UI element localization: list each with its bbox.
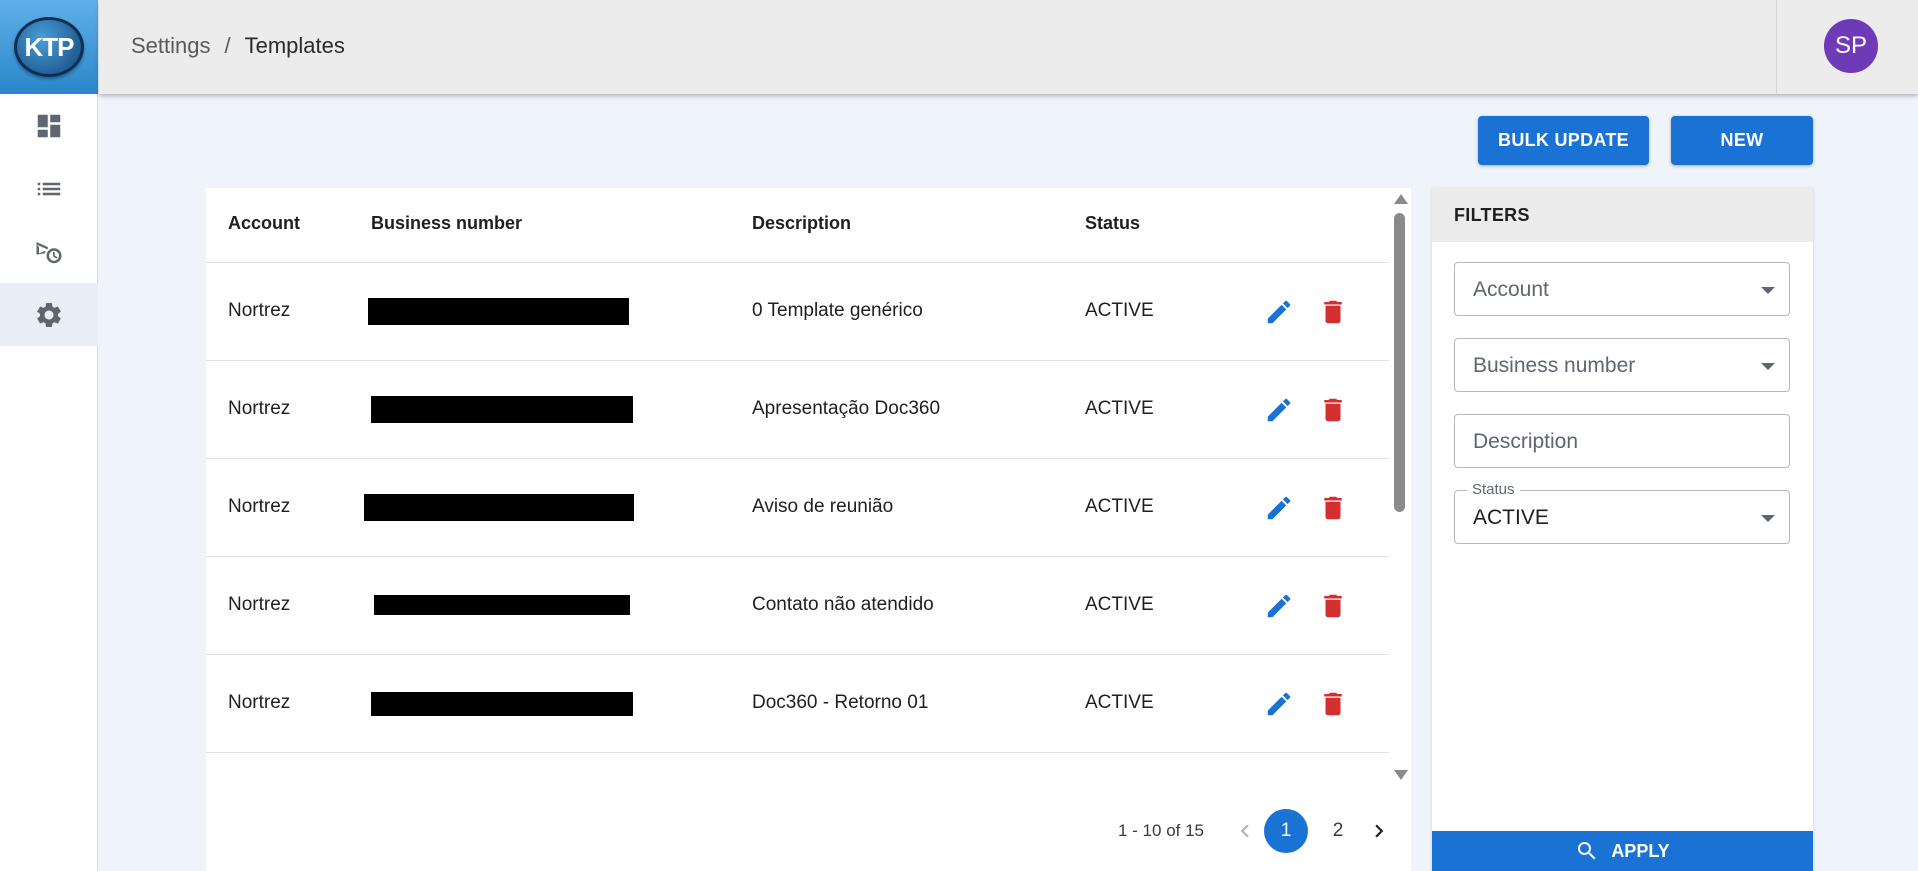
campaign-history-icon [36,241,62,263]
edit-pencil-icon[interactable] [1264,297,1294,327]
table-row[interactable]: Nortrez Apresentação Doc360 ACTIVE [206,361,1389,459]
sidebar-item-campaign-history[interactable] [0,220,98,283]
scroll-down-arrow-icon[interactable] [1394,770,1408,780]
cell-account: Nortrez [228,398,291,419]
table-row[interactable]: Nortrez Contato não atendido ACTIVE [206,557,1389,655]
page-button-2[interactable]: 2 [1316,809,1360,853]
cell-description: Doc360 - Retorno 01 [752,692,929,713]
cell-account: Nortrez [228,496,291,517]
chevron-right-icon[interactable] [1364,816,1394,846]
delete-trash-icon[interactable] [1318,689,1348,719]
pagination-range: 1 - 10 of 15 [1118,821,1205,840]
apply-label: APPLY [1611,840,1670,861]
cell-status: ACTIVE [1085,398,1154,419]
breadcrumb-templates: Templates [244,33,345,58]
edit-pencil-icon[interactable] [1264,689,1294,719]
new-button[interactable]: NEW [1671,116,1813,165]
filters-panel: FILTERS Account Business number Descript… [1432,188,1813,871]
chevron-left-icon[interactable] [1230,816,1260,846]
column-header-description[interactable]: Description [752,213,851,234]
cell-description: Aviso de reunião [752,496,894,517]
redacted-business-number [368,298,629,325]
cell-description: Contato não atendido [752,594,934,615]
dropdown-arrow-icon [1761,515,1775,522]
edit-pencil-icon[interactable] [1264,395,1294,425]
filters-title: FILTERS [1432,188,1813,242]
account-placeholder: Account [1473,278,1549,301]
templates-table: Account Business number Description Stat… [206,188,1411,871]
cell-status: ACTIVE [1085,594,1154,615]
edit-pencil-icon[interactable] [1264,591,1294,621]
list-icon [37,182,61,195]
delete-trash-icon[interactable] [1318,493,1348,523]
cell-status: ACTIVE [1085,300,1154,321]
dropdown-arrow-icon [1761,363,1775,370]
cell-account: Nortrez [228,594,291,615]
cell-description: Apresentação Doc360 [752,398,941,419]
breadcrumb-settings[interactable]: Settings [131,33,211,59]
account-select[interactable]: Account [1454,262,1790,316]
redacted-business-number [374,595,630,615]
dropdown-arrow-icon [1761,287,1775,294]
redacted-business-number [371,692,633,716]
column-header-account[interactable]: Account [228,213,300,234]
sidebar: KTP [0,0,98,871]
cell-account: Nortrez [228,300,291,321]
sidebar-item-settings[interactable] [0,283,98,346]
scroll-thumb[interactable] [1394,213,1405,512]
table-row[interactable]: Nortrez Doc360 - Retorno 01 ACTIVE [206,655,1389,753]
redacted-business-number [371,396,633,423]
scroll-up-arrow-icon[interactable] [1394,194,1408,204]
table-row[interactable]: Nortrez 0 Template genérico ACTIVE [206,263,1389,361]
business-number-select[interactable]: Business number [1454,338,1790,392]
description-placeholder: Description [1473,430,1579,453]
page-button-1[interactable]: 1 [1264,809,1309,853]
logo-area[interactable]: KTP [0,0,98,94]
status-select[interactable]: Status ACTIVE [1454,481,1790,544]
status-value: ACTIVE [1473,506,1549,529]
ktp-logo: KTP [14,17,84,77]
pagination: 1 - 10 of 15 1 2 [1118,809,1394,853]
delete-trash-icon[interactable] [1318,395,1348,425]
sidebar-item-dashboard[interactable] [0,94,98,157]
user-avatar[interactable]: SP [1824,19,1878,73]
search-icon [1578,842,1596,860]
business-number-placeholder: Business number [1473,354,1636,377]
delete-trash-icon[interactable] [1318,297,1348,327]
table-header: Account Business number Description Stat… [206,188,1389,263]
settings-gear-icon [36,302,61,327]
top-header: Settings / Templates SP [99,0,1918,94]
column-header-business-number[interactable]: Business number [371,213,522,234]
delete-trash-icon[interactable] [1318,591,1348,621]
table-row[interactable]: Nortrez Aviso de reunião ACTIVE [206,459,1389,557]
redacted-business-number [364,494,634,521]
header-divider [1776,0,1777,94]
cell-account: Nortrez [228,692,291,713]
breadcrumb: Settings / Templates [131,33,345,59]
bulk-update-button[interactable]: BULK UPDATE [1478,116,1649,165]
dashboard-icon [37,114,61,137]
column-header-status[interactable]: Status [1085,213,1140,234]
apply-button[interactable]: APPLY [1432,831,1813,871]
edit-pencil-icon[interactable] [1264,493,1294,523]
sidebar-item-list[interactable] [0,157,98,220]
cell-status: ACTIVE [1085,496,1154,517]
breadcrumb-separator: / [224,33,231,58]
cell-description: 0 Template genérico [752,300,923,321]
cell-status: ACTIVE [1085,692,1154,713]
description-input[interactable]: Description [1454,414,1790,468]
status-label: Status [1467,481,1520,498]
table-scrollbar[interactable] [1389,188,1411,788]
